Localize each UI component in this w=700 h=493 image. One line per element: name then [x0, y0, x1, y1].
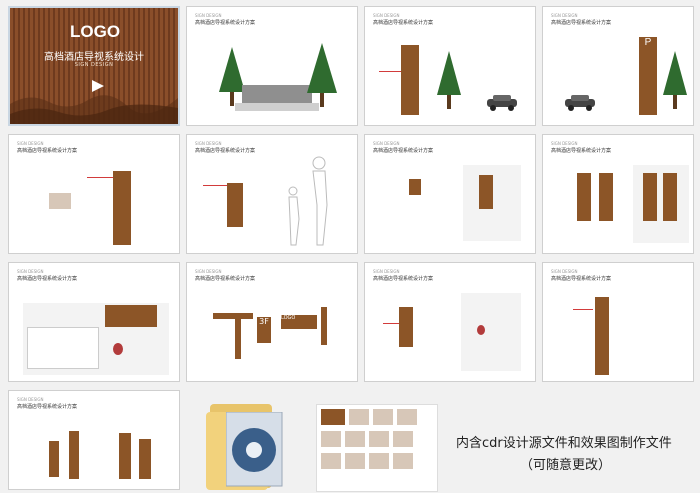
wall-sign	[113, 171, 131, 245]
thumb-title: 高档酒店导视系统设计方案	[195, 276, 256, 282]
cover-logo: LOGO	[70, 22, 121, 41]
pole-sign	[401, 45, 419, 115]
page-thumb-restroom-hanging[interactable]: SIGN DESIGN 高档酒店导视系统设计方案	[364, 134, 536, 254]
thumb-label: SIGN DESIGN	[17, 269, 44, 274]
thumb-title: 高档酒店导视系统设计方案	[195, 148, 256, 154]
hanging-sign	[139, 439, 151, 479]
page-thumb-pole-sign[interactable]: SIGN DESIGN 高档酒店导视系统设计方案	[364, 6, 536, 126]
page-thumb-reception-desk[interactable]: SIGN DESIGN 高档酒店导视系统设计方案	[8, 262, 180, 382]
arrow-right-icon[interactable]	[92, 80, 104, 92]
page-thumb-entrance-sign[interactable]: SIGN DESIGN 高档酒店导视系统设计方案	[186, 6, 358, 126]
toilet-male-icon	[643, 173, 657, 221]
thumb-label: SIGN DESIGN	[373, 141, 400, 146]
tree-icon	[663, 51, 687, 109]
collage-tile	[397, 409, 417, 425]
toilet-female-icon	[663, 173, 677, 221]
directional-bar	[213, 313, 253, 319]
toilet-female-icon	[599, 173, 613, 221]
collage-cover	[321, 409, 345, 425]
page-thumb-wall-sign[interactable]: SIGN DESIGN 高档酒店导视系统设计方案	[8, 134, 180, 254]
thumb-title: 高档酒店导视系统设计方案	[551, 276, 612, 282]
toilet-male-icon	[577, 173, 591, 221]
thumb-title: 高档酒店导视系统设计方案	[551, 20, 612, 26]
directional-post-right	[321, 307, 327, 345]
flower-decoration	[113, 343, 123, 355]
flower-decoration	[477, 325, 485, 335]
collage-tile	[369, 453, 389, 469]
reception-sign	[105, 305, 157, 327]
thumb-label: SIGN DESIGN	[373, 269, 400, 274]
cover-title: 高档酒店导视系统设计	[44, 52, 144, 63]
thumb-label: SIGN DESIGN	[551, 269, 578, 274]
cover-subtitle: SIGN DESIGN	[74, 62, 114, 68]
page-thumb-tall-sign[interactable]: SIGN DESIGN 高档酒店导视系统设计方案	[542, 262, 694, 382]
thumb-label: SIGN DESIGN	[17, 141, 44, 146]
page-thumb-floor-directory[interactable]: SIGN DESIGN 高档酒店导视系统设计方案 3F LOGO	[186, 262, 358, 382]
page-thumb-parking-sign[interactable]: SIGN DESIGN 高档酒店导视系统设计方案 P	[542, 6, 694, 126]
page-thumb-room-number[interactable]: SIGN DESIGN 高档酒店导视系统设计方案	[364, 262, 536, 382]
floor-number: 3F	[259, 317, 269, 326]
floor-sign: 3F	[257, 317, 271, 343]
thumb-label: SIGN DESIGN	[17, 397, 44, 402]
reception-counter	[27, 327, 99, 369]
material-swatch	[49, 193, 71, 209]
page-thumb-restroom-doors[interactable]: SIGN DESIGN 高档酒店导视系统设计方案	[542, 134, 694, 254]
thumb-title: 高档酒店导视系统设计方案	[17, 404, 78, 410]
car-icon	[565, 95, 595, 111]
cd-disc-icon	[226, 412, 283, 487]
tree-icon	[437, 51, 461, 109]
thumb-title: 高档酒店导视系统设计方案	[373, 148, 434, 154]
thumb-title: 高档酒店导视系统设计方案	[195, 20, 256, 26]
thumb-label: SIGN DESIGN	[195, 141, 222, 146]
caption-line-2: （可随意更改）	[520, 458, 612, 473]
logo-small: LOGO	[281, 315, 296, 321]
parking-letter: P	[644, 37, 652, 48]
car-icon	[487, 95, 517, 111]
collage-tile	[349, 409, 369, 425]
thumb-title: 高档酒店导视系统设计方案	[551, 148, 612, 154]
cover-slide[interactable]: LOGO 高档酒店导视系统设计 SIGN DESIGN	[8, 6, 180, 126]
annotation-line	[573, 309, 593, 310]
standing-sign	[227, 183, 243, 227]
thumb-label: SIGN DESIGN	[195, 13, 222, 18]
collage-tile	[393, 453, 413, 469]
directional-post	[235, 319, 241, 359]
collage-tile	[373, 409, 393, 425]
annotation-line	[379, 71, 401, 72]
tree-icon	[307, 43, 337, 107]
collage-tile	[321, 453, 341, 469]
hanging-sign	[49, 441, 59, 477]
thumb-label: SIGN DESIGN	[551, 141, 578, 146]
collage-preview[interactable]	[316, 404, 438, 492]
hanging-sign	[119, 433, 131, 479]
thumb-title: 高档酒店导视系统设计方案	[17, 276, 78, 282]
collage-tile	[321, 431, 341, 447]
thumb-label: SIGN DESIGN	[373, 13, 400, 18]
thumb-title: 高档酒店导视系统设计方案	[373, 276, 434, 282]
page-thumb-standing-sign[interactable]: SIGN DESIGN 高档酒店导视系统设计方案	[186, 134, 358, 254]
thumb-title: 高档酒店导视系统设计方案	[373, 20, 434, 26]
person-silhouette-icon	[288, 156, 328, 246]
annotation-line	[203, 185, 227, 186]
thumb-label: SIGN DESIGN	[551, 13, 578, 18]
tall-sign	[595, 297, 609, 375]
hanging-sign	[409, 179, 421, 195]
collage-tile	[369, 431, 389, 447]
collage-tile	[345, 453, 365, 469]
page-thumb-hanging-signs[interactable]: SIGN DESIGN 高档酒店导视系统设计方案	[8, 390, 180, 490]
collage-tile	[345, 431, 365, 447]
room-sign	[399, 307, 413, 347]
parking-sign: P	[639, 37, 657, 115]
thumb-title: 高档酒店导视系统设计方案	[17, 148, 78, 154]
collage-tile	[393, 431, 413, 447]
toilet-male-icon	[479, 175, 493, 209]
caption-line-1: 内含cdr设计源文件和效果图制作文件	[456, 436, 672, 451]
thumb-label: SIGN DESIGN	[195, 269, 222, 274]
render-preview	[461, 293, 521, 371]
hanging-sign	[69, 431, 79, 479]
render-preview	[633, 165, 689, 243]
logo-panel: LOGO	[281, 315, 317, 329]
